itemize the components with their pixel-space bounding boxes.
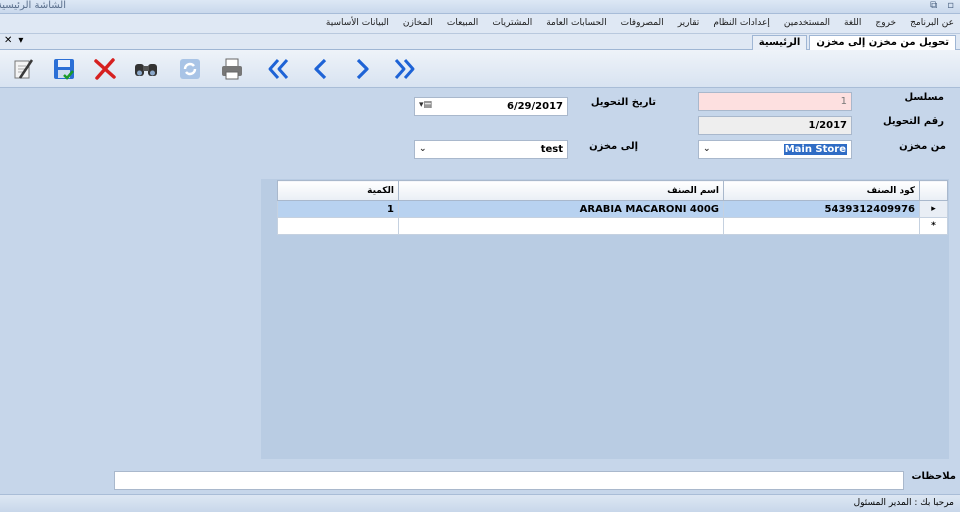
next-record-button[interactable] xyxy=(347,54,377,84)
to-store-label: إلى مخزن xyxy=(589,141,638,152)
chevron-down-icon[interactable]: ⌄ xyxy=(703,144,711,154)
cell-item-qty[interactable]: 1 xyxy=(277,200,399,218)
window-controls: ⧉ ▫ xyxy=(930,0,954,11)
notes-input[interactable] xyxy=(114,471,904,490)
menu-stores[interactable]: المخازن xyxy=(403,18,433,28)
search-icon xyxy=(135,64,157,76)
tab-controls: ✕ ▾ xyxy=(4,35,23,46)
cell-item-code[interactable]: 5439312409976 xyxy=(723,200,920,218)
column-header-qty[interactable]: الكمية xyxy=(277,180,399,201)
new-cell-code[interactable] xyxy=(723,217,920,235)
serial-field[interactable]: 1 xyxy=(698,92,852,111)
transfer-date-value: 6/29/2017 xyxy=(506,101,563,112)
title-bar: الشاشة الرئيسية ⧉ ▫ xyxy=(0,0,960,14)
from-store-value: Main Store xyxy=(783,144,847,155)
save-button[interactable] xyxy=(49,54,79,84)
cell-item-name[interactable]: ARABIA MACARONI 400G xyxy=(398,200,724,218)
tabs: تحويل من مخزن إلى مخزن الرئيسية xyxy=(751,35,956,50)
new-row[interactable]: * xyxy=(277,217,948,235)
column-header-code[interactable]: كود الصنف xyxy=(723,180,920,201)
menu-system-settings[interactable]: إعدادات النظام xyxy=(713,18,770,28)
to-store-value: test xyxy=(540,144,563,155)
last-record-button[interactable] xyxy=(390,54,420,84)
menu-purchases[interactable]: المشتريات xyxy=(492,18,532,28)
status-text: مرحبا بك : المدير المسئول xyxy=(853,498,954,508)
row-indicator-icon: ▸ xyxy=(919,200,948,218)
window-title: الشاشة الرئيسية xyxy=(0,0,66,11)
row-header-corner xyxy=(919,180,948,201)
status-bar: مرحبا بك : المدير المسئول xyxy=(0,494,960,512)
items-grid-panel: كود الصنف اسم الصنف الكمية ▸ 54393124099… xyxy=(261,179,949,459)
print-button[interactable] xyxy=(217,54,247,84)
toolbar xyxy=(0,50,960,88)
items-grid[interactable]: كود الصنف اسم الصنف الكمية ▸ 54393124099… xyxy=(277,180,948,235)
new-row-indicator: * xyxy=(919,217,948,235)
next-icon xyxy=(356,58,369,80)
notes-label: ملاحظات xyxy=(911,471,956,482)
calendar-icon[interactable]: ▾▤ xyxy=(419,100,432,110)
menu-about[interactable]: عن البرنامج xyxy=(910,18,954,28)
transfer-number-label: رقم التحويل xyxy=(882,116,944,127)
menu-sales[interactable]: المبيعات xyxy=(447,18,478,28)
transfer-date-label: تاريخ التحويل xyxy=(590,97,656,108)
restore-icon[interactable]: ⧉ xyxy=(930,0,937,11)
menu-bar: البيانات الأساسية المخازن المبيعات المشت… xyxy=(0,14,960,34)
menu-language[interactable]: اللغة xyxy=(844,18,861,28)
tab-strip: ✕ ▾ تحويل من مخزن إلى مخزن الرئيسية xyxy=(0,34,960,50)
delete-button[interactable] xyxy=(90,54,120,84)
menu-users[interactable]: المستخدمين xyxy=(784,18,830,28)
menu-reports[interactable]: تقارير xyxy=(678,18,700,28)
transfer-number-field[interactable]: 1/2017 xyxy=(698,116,852,135)
print-icon xyxy=(222,58,242,80)
last-icon xyxy=(394,59,415,79)
menu-basic-data[interactable]: البيانات الأساسية xyxy=(326,18,389,28)
close-icon[interactable]: ✕ xyxy=(4,35,12,46)
to-store-select[interactable]: ⌄ test xyxy=(414,140,568,159)
previous-icon xyxy=(314,58,327,80)
chevron-down-icon[interactable]: ⌄ xyxy=(419,144,427,154)
from-store-label: من مخزن xyxy=(899,141,946,152)
save-icon xyxy=(54,59,74,80)
search-button[interactable] xyxy=(131,54,161,84)
new-button[interactable] xyxy=(8,54,38,84)
tab-list-icon[interactable]: ▾ xyxy=(18,35,23,46)
delete-icon xyxy=(94,58,116,80)
serial-label: مسلسل xyxy=(904,92,944,103)
refresh-button[interactable] xyxy=(175,54,205,84)
menu-expenses[interactable]: المصروفات xyxy=(621,18,664,28)
refresh-icon xyxy=(180,59,200,79)
maximize-icon[interactable]: ▫ xyxy=(947,0,954,11)
tab-home[interactable]: الرئيسية xyxy=(751,35,808,50)
table-row[interactable]: ▸ 5439312409976 ARABIA MACARONI 400G 1 xyxy=(277,200,948,218)
tab-store-transfer[interactable]: تحويل من مخزن إلى مخزن xyxy=(809,35,956,50)
column-header-name[interactable]: اسم الصنف xyxy=(398,180,724,201)
menu-exit[interactable]: خروج xyxy=(875,18,896,28)
menu-general-accounts[interactable]: الحسابات العامة xyxy=(546,18,606,28)
previous-record-button[interactable] xyxy=(306,54,336,84)
new-icon xyxy=(14,59,34,79)
first-record-button[interactable] xyxy=(263,54,293,84)
first-icon xyxy=(268,59,289,79)
transfer-date-picker[interactable]: ▾▤ 6/29/2017 xyxy=(414,97,568,116)
new-cell-name[interactable] xyxy=(398,217,724,235)
new-cell-qty[interactable] xyxy=(277,217,399,235)
from-store-select[interactable]: ⌄ Main Store xyxy=(698,140,852,159)
